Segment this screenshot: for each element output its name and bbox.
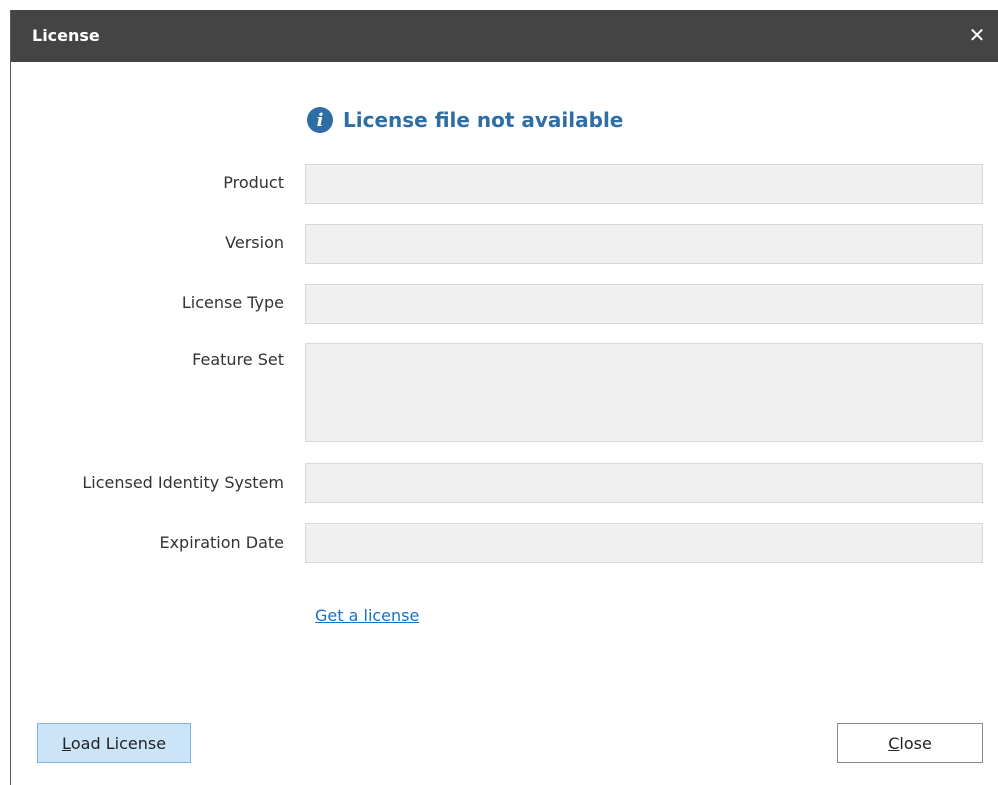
version-field [305, 224, 983, 264]
product-field [305, 164, 983, 204]
dialog-title: License [32, 26, 100, 45]
license-type-field [305, 284, 983, 324]
version-label: Version [225, 233, 284, 252]
close-label: lose [899, 733, 932, 753]
license-dialog: License ✕ i License file not available P… [10, 10, 998, 785]
feature-set-label: Feature Set [192, 350, 284, 369]
get-license-link[interactable]: Get a license [315, 606, 419, 625]
product-label: Product [223, 173, 284, 192]
expiration-date-field [305, 523, 983, 563]
status-message-text: License file not available [343, 108, 624, 132]
close-mnemonic: C [888, 733, 900, 753]
load-license-mnemonic: L [61, 733, 71, 753]
status-message: i License file not available [307, 106, 623, 134]
expiration-date-label: Expiration Date [159, 533, 284, 552]
load-license-button[interactable]: Load License [37, 723, 191, 763]
load-license-label: oad License [70, 733, 167, 753]
licensed-identity-system-field [305, 463, 983, 503]
info-icon: i [307, 107, 333, 133]
feature-set-field [305, 343, 983, 442]
title-bar: License ✕ [11, 10, 998, 62]
license-type-label: License Type [181, 293, 284, 312]
close-icon[interactable]: ✕ [964, 22, 990, 48]
licensed-identity-system-label: Licensed Identity System [82, 473, 284, 492]
close-button[interactable]: Close [837, 723, 983, 763]
